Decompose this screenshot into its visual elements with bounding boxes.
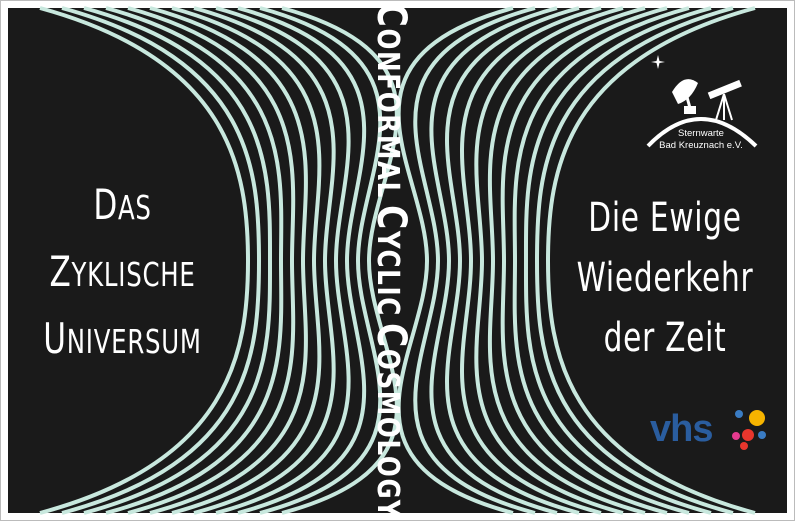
initial-cap: C [368,323,414,349]
observatory-location: Bad Kreuznach e.V. [659,140,743,151]
heading-line: ZYKLISCHE [32,243,213,310]
initial-cap: D [93,180,118,229]
heading-line: UNIVERSUM [32,310,213,377]
observatory-name: Sternwarte [678,128,724,139]
small-caps: YCLIC [370,230,405,317]
left-heading: DAS ZYKLISCHE UNIVERSUM [32,176,213,377]
small-caps: NIVERSUM [66,322,202,361]
cover-artwork: DAS ZYKLISCHE UNIVERSUM CONFORMAL CYCLIC… [0,0,795,521]
initial-cap: Z [49,247,72,296]
small-caps: ONFORMAL [370,28,405,199]
vhs-logo-text: vhs [650,408,713,450]
small-caps: AS [117,188,152,227]
initial-cap: C [368,205,414,231]
heading-line: Wiederkehr [576,255,754,301]
spine-title: CONFORMAL CYCLIC COSMOLOGY [368,3,414,519]
heading-line: Die Ewige [588,195,742,241]
small-caps: OSMOLOGY [370,348,405,520]
right-heading: Die Ewige Wiederkehr der Zeit [561,188,768,368]
heading-line: der Zeit [603,315,727,361]
initial-cap: C [368,2,414,29]
small-caps: YKLISCHE [71,255,196,294]
heading-line: DAS [32,176,213,243]
initial-cap: U [43,314,67,363]
